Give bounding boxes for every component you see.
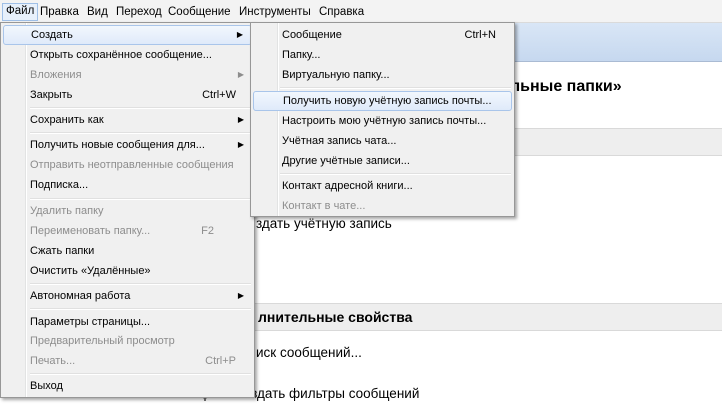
shortcut-text: Ctrl+W	[202, 89, 236, 101]
search-messages-link[interactable]: иск сообщений...	[256, 345, 362, 360]
file-item-open-saved[interactable]: Открыть сохранённое сообщение...	[3, 45, 252, 65]
create-item-folder[interactable]: Папку...	[253, 45, 512, 65]
create-item-chat-contact[interactable]: Контакт в чате...	[253, 196, 512, 216]
submenu-arrow-icon: ▶	[237, 291, 244, 300]
submenu-arrow-icon: ▶	[237, 115, 244, 124]
create-item-address-book-contact[interactable]: Контакт адресной книги...	[253, 176, 512, 196]
file-item-delete-folder[interactable]: Удалить папку	[3, 201, 252, 221]
item-label: Подписка...	[30, 179, 89, 191]
menu-help[interactable]: Справка	[316, 4, 367, 20]
create-item-existing-mail-account[interactable]: Настроить мою учётную запись почты...	[253, 111, 512, 131]
submenu-arrow-icon: ▶	[236, 30, 243, 39]
item-label: Выход	[30, 380, 63, 392]
file-item-print[interactable]: Печать... Ctrl+P	[3, 351, 252, 371]
submenu-arrow-icon: ▶	[237, 70, 244, 79]
menu-tools[interactable]: Инструменты	[236, 4, 314, 20]
item-label: Получить новую учётную запись почты...	[283, 95, 492, 107]
file-item-rename-folder[interactable]: Переименовать папку... F2	[3, 221, 252, 241]
item-label: Удалить папку	[30, 205, 104, 217]
file-item-empty-trash[interactable]: Очистить «Удалённые»	[3, 261, 252, 281]
shortcut-text: Ctrl+N	[464, 29, 496, 41]
menu-go[interactable]: Переход	[113, 4, 165, 20]
item-label: Папку...	[282, 49, 321, 61]
file-item-send-unsent[interactable]: Отправить неотправленные сообщения	[3, 155, 252, 175]
file-item-create[interactable]: Создать ▶	[3, 25, 252, 45]
item-label: Печать...	[30, 355, 76, 367]
message-filters-link[interactable]: Создать фильтры сообщений	[234, 386, 419, 401]
create-submenu: Сообщение Ctrl+N Папку... Виртуальную па…	[250, 22, 515, 217]
item-label: Виртуальную папку...	[282, 69, 390, 81]
item-label: Контакт в чате...	[282, 200, 366, 212]
menu-separator	[280, 87, 511, 89]
menu-separator	[280, 173, 511, 175]
menu-separator	[30, 107, 251, 109]
item-label: Вложения	[30, 69, 82, 81]
file-menu: Создать ▶ Открыть сохранённое сообщение.…	[0, 22, 255, 398]
menubar: Файл Правка Вид Переход Сообщение Инстру…	[0, 0, 722, 23]
menu-separator	[30, 198, 251, 200]
create-item-chat-account[interactable]: Учётная запись чата...	[253, 131, 512, 151]
menu-separator	[30, 373, 251, 375]
advanced-section-heading: лнительные свойства	[258, 309, 413, 325]
file-item-get-messages[interactable]: Получить новые сообщения для... ▶	[3, 135, 252, 155]
item-label: Сохранить как	[30, 114, 104, 126]
submenu-arrow-icon: ▶	[237, 140, 244, 149]
create-item-message[interactable]: Сообщение Ctrl+N	[253, 25, 512, 45]
menu-edit[interactable]: Правка	[37, 4, 82, 20]
item-label: Контакт адресной книги...	[282, 180, 413, 192]
menu-message[interactable]: Сообщение	[165, 4, 234, 20]
file-item-attachments[interactable]: Вложения ▶	[3, 65, 252, 85]
menu-file[interactable]: Файл	[2, 3, 39, 21]
create-item-new-mail-account[interactable]: Получить новую учётную запись почты...	[253, 91, 512, 111]
file-item-close[interactable]: Закрыть Ctrl+W	[3, 85, 252, 105]
create-account-link[interactable]: здать учётную запись	[256, 216, 392, 231]
item-label: Закрыть	[30, 89, 73, 101]
item-label: Учётная запись чата...	[282, 135, 397, 147]
file-item-print-preview[interactable]: Предварительный просмотр	[3, 331, 252, 351]
file-item-save-as[interactable]: Сохранить как ▶	[3, 110, 252, 130]
file-item-subscribe[interactable]: Подписка...	[3, 175, 252, 195]
item-label: Создать	[31, 29, 73, 41]
item-label: Сообщение	[282, 29, 342, 41]
item-label: Другие учётные записи...	[282, 155, 410, 167]
create-item-virtual-folder[interactable]: Виртуальную папку...	[253, 65, 512, 85]
item-label: Настроить мою учётную запись почты...	[282, 115, 487, 127]
menu-separator	[30, 132, 251, 134]
menu-separator	[30, 283, 251, 285]
shortcut-text: Ctrl+P	[205, 355, 236, 367]
item-label: Параметры страницы...	[30, 316, 151, 328]
file-item-exit[interactable]: Выход	[3, 376, 252, 396]
account-page-title: льные папки»	[510, 78, 622, 95]
item-label: Переименовать папку...	[30, 225, 151, 237]
item-label: Предварительный просмотр	[30, 335, 175, 347]
shortcut-text: F2	[201, 225, 214, 237]
item-label: Сжать папки	[30, 245, 95, 257]
item-label: Отправить неотправленные сообщения	[30, 159, 234, 171]
item-label: Автономная работа	[30, 290, 131, 302]
item-label: Получить новые сообщения для...	[30, 139, 205, 151]
file-item-compact-folders[interactable]: Сжать папки	[3, 241, 252, 261]
file-item-offline[interactable]: Автономная работа ▶	[3, 286, 252, 306]
menu-separator	[30, 308, 251, 310]
menu-view[interactable]: Вид	[84, 4, 111, 20]
item-label: Открыть сохранённое сообщение...	[30, 49, 212, 61]
file-item-page-setup[interactable]: Параметры страницы...	[3, 312, 252, 332]
create-item-other-accounts[interactable]: Другие учётные записи...	[253, 151, 512, 171]
item-label: Очистить «Удалённые»	[30, 265, 151, 277]
